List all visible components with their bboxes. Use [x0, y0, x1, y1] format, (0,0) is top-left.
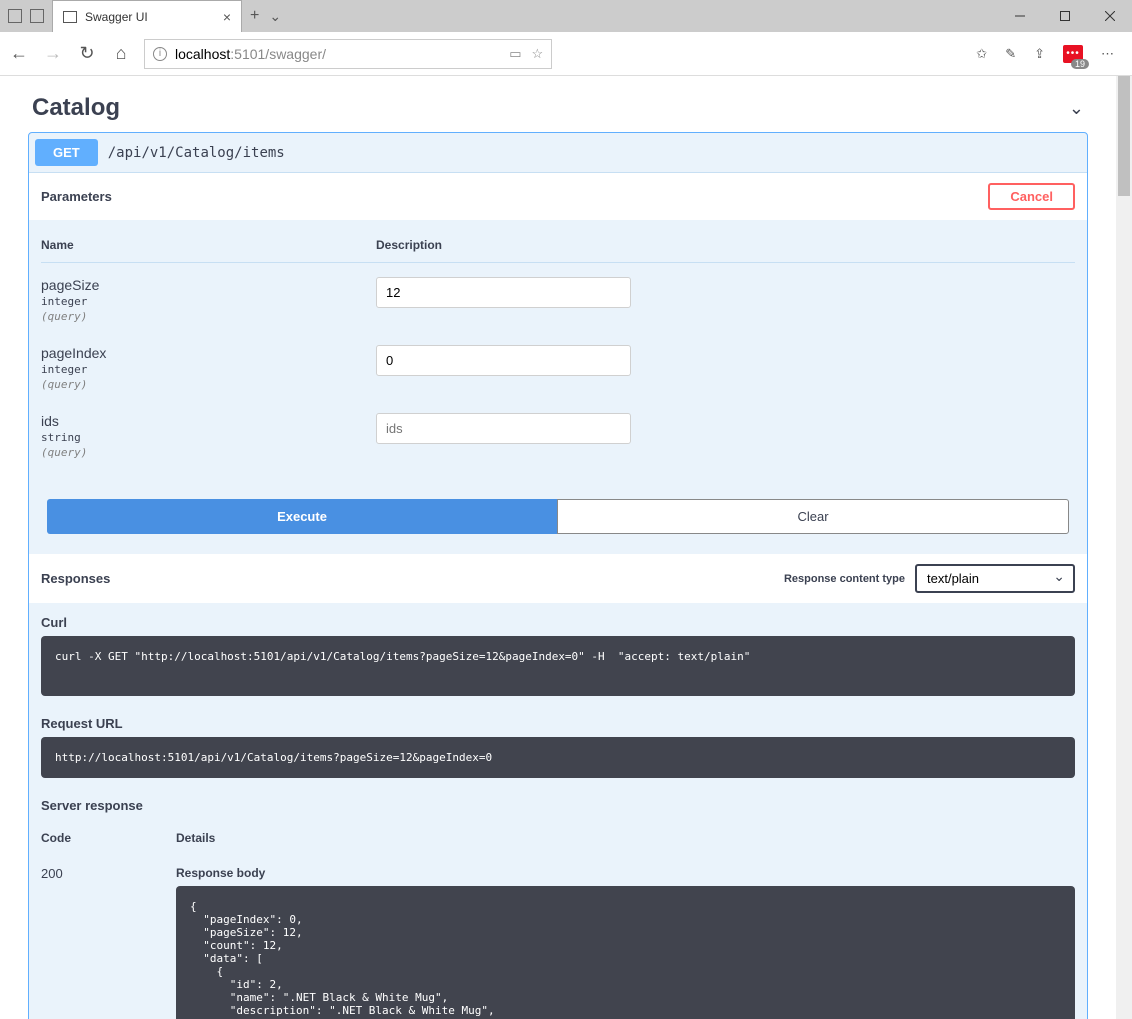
param-type: integer [41, 295, 376, 308]
titlebar-left [0, 0, 52, 32]
minimize-button[interactable] [997, 0, 1042, 32]
request-url-block[interactable]: http://localhost:5101/api/v1/Catalog/ite… [41, 737, 1075, 778]
col-details-header: Details [176, 831, 1075, 845]
operation-header[interactable]: GET /api/v1/Catalog/items [29, 133, 1087, 173]
app-window-icon-1 [8, 9, 22, 23]
clear-button[interactable]: Clear [557, 499, 1069, 534]
window-titlebar: Swagger UI × + ⌄ [0, 0, 1132, 32]
parameters-table: Name Description pageSize integer (query… [29, 220, 1087, 487]
app-window-icon-2 [30, 9, 44, 23]
browser-tab[interactable]: Swagger UI × [52, 0, 242, 32]
more-icon[interactable]: ⋯ [1101, 46, 1114, 62]
col-code-header: Code [41, 831, 176, 845]
responses-title: Responses [41, 571, 110, 586]
param-name: ids [41, 413, 376, 429]
response-row: 200 Response body { "pageIndex": 0, "pag… [29, 854, 1087, 1019]
url-text: localhost:5101/swagger/ [175, 46, 501, 62]
param-in: (query) [41, 310, 376, 323]
content-type-label: Response content type [784, 573, 905, 585]
tabs-chevron-icon[interactable]: ⌄ [269, 8, 281, 25]
execute-button[interactable]: Execute [47, 499, 557, 534]
share-icon[interactable]: ⇪ [1034, 46, 1045, 62]
favorites-bar-icon[interactable]: ✩ [976, 46, 987, 62]
close-window-button[interactable] [1087, 0, 1132, 32]
extension-icon[interactable]: ••• 19 [1063, 45, 1083, 63]
tab-actions: + ⌄ [242, 0, 289, 32]
reading-view-icon[interactable]: ▭ [509, 46, 521, 62]
scrollbar-thumb[interactable] [1118, 76, 1130, 196]
param-type: string [41, 431, 376, 444]
param-type: integer [41, 363, 376, 376]
favorite-icon[interactable]: ☆ [531, 46, 543, 62]
execute-row: Execute Clear [29, 487, 1087, 554]
back-button[interactable]: ← [8, 43, 30, 65]
page-icon [63, 11, 77, 23]
response-body-block[interactable]: { "pageIndex": 0, "pageSize": 12, "count… [176, 886, 1075, 1019]
chevron-down-icon[interactable]: ⌄ [1069, 98, 1084, 119]
maximize-button[interactable] [1042, 0, 1087, 32]
responses-bar: Responses Response content type text/pla… [29, 554, 1087, 603]
param-name: pageSize [41, 277, 376, 293]
param-name: pageIndex [41, 345, 376, 361]
response-code: 200 [41, 866, 176, 881]
content-type-select[interactable]: text/plain [915, 564, 1075, 593]
col-name-header: Name [41, 238, 376, 252]
server-response-label: Server response [29, 786, 1087, 819]
badge-count: 19 [1071, 59, 1089, 69]
home-button[interactable]: ⌂ [110, 43, 132, 65]
parameters-title: Parameters [41, 189, 112, 204]
browser-navbar: ← → ↻ ⌂ i localhost:5101/swagger/ ▭ ☆ ✩ … [0, 32, 1132, 76]
param-row-pagesize: pageSize integer (query) [41, 263, 1075, 331]
close-tab-icon[interactable]: × [223, 9, 231, 25]
refresh-button[interactable]: ↻ [76, 43, 98, 65]
operation-path: /api/v1/Catalog/items [108, 145, 285, 161]
response-body-label: Response body [176, 866, 1075, 880]
ids-input[interactable] [376, 413, 631, 444]
operation-block: GET /api/v1/Catalog/items Parameters Can… [28, 132, 1088, 1019]
forward-button[interactable]: → [42, 43, 64, 65]
request-url-label: Request URL [29, 704, 1087, 737]
parameters-bar: Parameters Cancel [29, 173, 1087, 220]
address-bar[interactable]: i localhost:5101/swagger/ ▭ ☆ [144, 39, 552, 69]
curl-label: Curl [29, 603, 1087, 636]
new-tab-icon[interactable]: + [250, 7, 259, 25]
tab-title: Swagger UI [85, 10, 215, 24]
curl-block[interactable]: curl -X GET "http://localhost:5101/api/v… [41, 636, 1075, 696]
page-content: Catalog ⌄ GET /api/v1/Catalog/items Para… [0, 76, 1116, 1019]
section-title: Catalog [32, 94, 120, 122]
window-controls [997, 0, 1132, 32]
section-header[interactable]: Catalog ⌄ [0, 76, 1116, 132]
notes-icon[interactable]: ✎ [1005, 46, 1016, 62]
param-row-ids: ids string (query) [41, 399, 1075, 467]
scrollbar[interactable] [1116, 76, 1132, 1019]
cancel-button[interactable]: Cancel [988, 183, 1075, 210]
param-in: (query) [41, 378, 376, 391]
method-badge: GET [35, 139, 98, 166]
pagesize-input[interactable] [376, 277, 631, 308]
pageindex-input[interactable] [376, 345, 631, 376]
toolbar-right: ✩ ✎ ⇪ ••• 19 ⋯ [966, 45, 1124, 63]
param-row-pageindex: pageIndex integer (query) [41, 331, 1075, 399]
col-desc-header: Description [376, 238, 1075, 252]
param-in: (query) [41, 446, 376, 459]
info-icon[interactable]: i [153, 47, 167, 61]
